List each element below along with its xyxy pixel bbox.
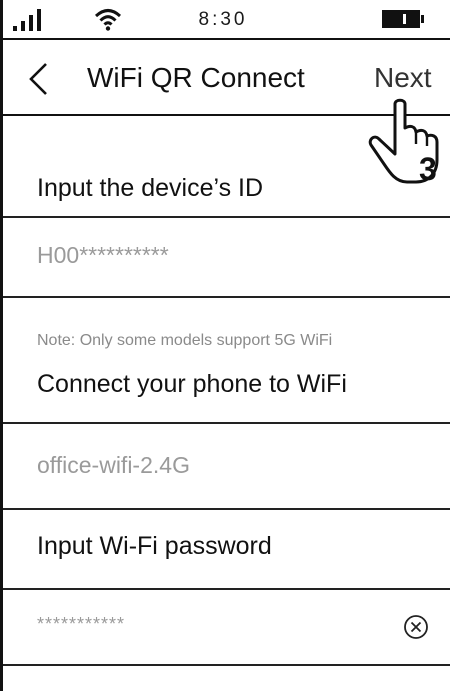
phone-screen: 8:30 WiFi QR Connect Next 3 Input the de…	[0, 0, 450, 691]
wifi-label: Connect your phone to WiFi	[37, 370, 347, 398]
next-button[interactable]: Next	[374, 62, 432, 94]
wifi-ssid-value[interactable]: office-wifi-2.4G	[37, 452, 190, 479]
password-label: Input Wi-Fi password	[37, 532, 272, 560]
status-bar: 8:30	[3, 0, 450, 40]
back-chevron-icon[interactable]	[27, 62, 51, 96]
wifi-section	[3, 298, 450, 424]
device-id-input[interactable]: H00**********	[37, 242, 169, 269]
clear-icon[interactable]	[403, 614, 429, 640]
battery-icon	[382, 10, 424, 28]
page-title: WiFi QR Connect	[87, 62, 305, 93]
device-id-label: Input the device’s ID	[37, 174, 264, 202]
password-input[interactable]: ***********	[37, 614, 125, 635]
